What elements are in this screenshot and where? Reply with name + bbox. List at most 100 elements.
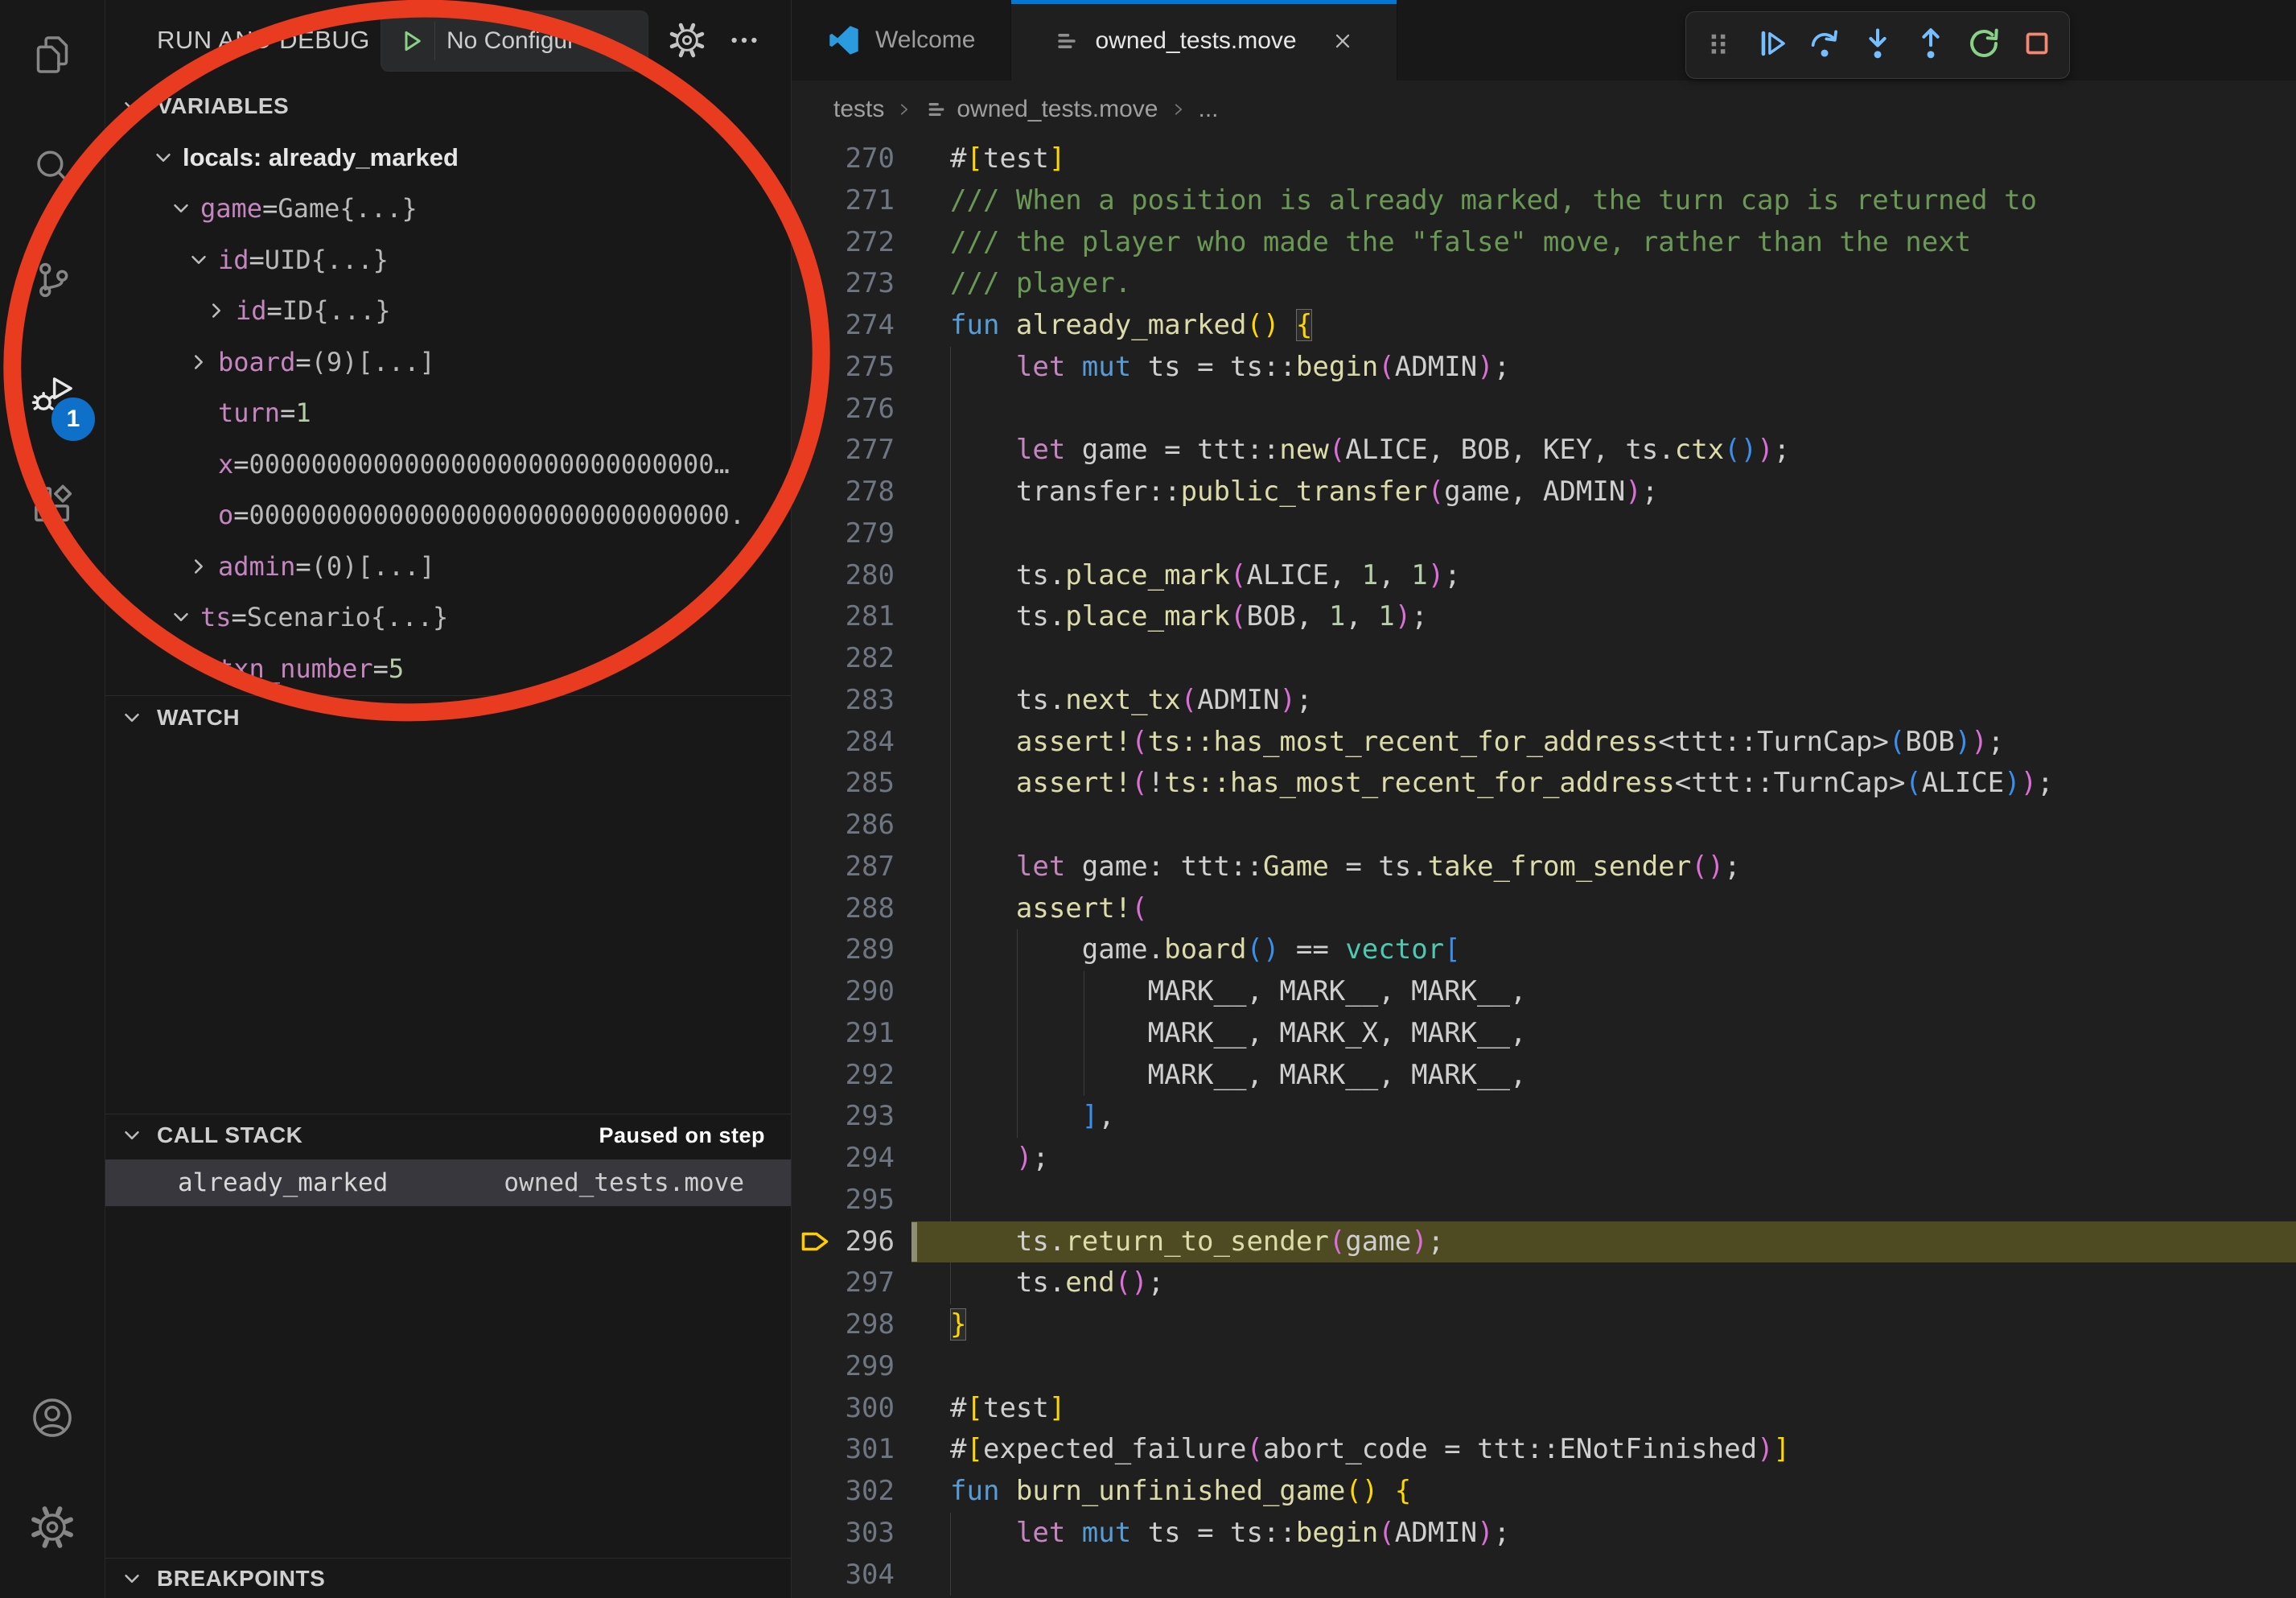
restart-button[interactable] <box>1963 24 2005 66</box>
glyph-margin[interactable] <box>792 846 832 888</box>
variable-row[interactable]: admin = (0)[...] <box>105 541 791 592</box>
glyph-margin[interactable] <box>792 722 832 764</box>
glyph-margin[interactable] <box>792 638 832 680</box>
variables-header[interactable]: VARIABLES <box>105 80 791 132</box>
glyph-margin[interactable] <box>792 1388 832 1430</box>
variables-section: VARIABLES locals: already_markedgame = G… <box>105 80 791 695</box>
glyph-margin[interactable] <box>792 929 832 971</box>
glyph-margin[interactable] <box>792 680 832 722</box>
glyph-margin[interactable] <box>792 763 832 805</box>
glyph-margin[interactable] <box>792 430 832 472</box>
variable-value: (9)[...] <box>311 347 435 377</box>
variable-name: admin <box>218 551 295 582</box>
activity-item-account[interactable] <box>0 1365 105 1474</box>
line-number: 285 <box>832 763 895 805</box>
code-line: 292 MARK__, MARK__, MARK__, <box>792 1055 2296 1097</box>
step-into-button[interactable] <box>1857 24 1899 66</box>
glyph-margin[interactable] <box>792 888 832 930</box>
activity-item-explorer[interactable] <box>0 0 105 113</box>
watch-header[interactable]: WATCH <box>105 696 791 739</box>
code-editor[interactable]: 270 #[test] 271 /// When a position is a… <box>792 138 2296 1598</box>
line-number: 276 <box>832 389 895 430</box>
activity-item-search[interactable] <box>0 113 105 225</box>
code-line: 275 let mut ts = ts::begin(ADMIN); <box>792 347 2296 389</box>
step-out-button[interactable] <box>1910 24 1952 66</box>
activity-item-settings[interactable] <box>0 1474 105 1584</box>
glyph-margin[interactable] <box>792 1513 832 1555</box>
glyph-margin[interactable] <box>792 1304 832 1346</box>
glyph-margin[interactable] <box>792 1555 832 1596</box>
chevron-down-icon[interactable] <box>185 246 218 274</box>
glyph-margin[interactable] <box>792 138 832 180</box>
debug-gear-icon[interactable] <box>669 0 706 80</box>
tab-owned-tests-move[interactable]: owned_tests.move <box>1011 0 1397 81</box>
chevron-down-icon[interactable] <box>167 603 200 631</box>
chevron-right-icon[interactable] <box>203 297 236 324</box>
variable-row[interactable]: txn_number = 5 <box>105 643 791 694</box>
breadcrumb-item[interactable]: owned_tests.move <box>924 96 1158 123</box>
debug-config-dropdown[interactable]: No Configur <box>381 10 648 72</box>
glyph-margin[interactable] <box>792 1429 832 1471</box>
variable-value: UID{...} <box>265 245 389 275</box>
activity-item-extensions[interactable] <box>0 451 105 563</box>
variable-row[interactable]: id = UID{...} <box>105 234 791 286</box>
stop-button[interactable] <box>2016 24 2058 66</box>
continue-button[interactable] <box>1751 24 1792 66</box>
variable-row[interactable]: board = (9)[...] <box>105 336 791 388</box>
variable-row[interactable]: o = 0000000000000000000000000000000. <box>105 490 791 542</box>
glyph-margin[interactable] <box>792 1138 832 1180</box>
glyph-margin[interactable] <box>792 347 832 389</box>
breadcrumb-item[interactable]: tests <box>833 96 884 123</box>
tab-welcome[interactable]: Welcome <box>792 0 1011 80</box>
stop-icon <box>2018 25 2055 66</box>
glyph-margin[interactable] <box>792 180 832 222</box>
step-out-icon <box>1912 25 1949 66</box>
extensions-icon <box>30 483 75 532</box>
call-stack-frame[interactable]: already_marked owned_tests.move <box>105 1159 791 1206</box>
call-stack-header[interactable]: CALL STACK Paused on step <box>105 1114 791 1156</box>
code-line: 272 /// the player who made the "false" … <box>792 222 2296 264</box>
glyph-margin[interactable] <box>792 1346 832 1388</box>
glyph-margin[interactable] <box>792 1221 832 1263</box>
chevron-right-icon[interactable] <box>185 348 218 376</box>
more-actions-icon[interactable] <box>726 0 762 80</box>
glyph-margin[interactable] <box>792 1096 832 1138</box>
breakpoints-section: BREAKPOINTS <box>105 1558 791 1598</box>
glyph-margin[interactable] <box>792 472 832 513</box>
chevron-right-icon <box>1168 99 1189 120</box>
start-debugging-icon[interactable] <box>394 25 426 57</box>
glyph-margin[interactable] <box>792 513 832 555</box>
variable-row[interactable]: ts = Scenario{...} <box>105 592 791 644</box>
glyph-margin[interactable] <box>792 805 832 846</box>
close-icon[interactable] <box>1331 29 1355 53</box>
chevron-down-icon[interactable] <box>150 144 183 171</box>
activity-item-run-and-debug[interactable]: 1 <box>0 338 105 451</box>
variable-row[interactable]: turn = 1 <box>105 388 791 439</box>
glyph-margin[interactable] <box>792 971 832 1013</box>
step-over-button[interactable] <box>1804 24 1845 66</box>
glyph-margin[interactable] <box>792 1471 832 1513</box>
breadcrumb-item[interactable]: ... <box>1199 96 1219 123</box>
glyph-margin[interactable] <box>792 263 832 305</box>
glyph-margin[interactable] <box>792 1055 832 1097</box>
chevron-right-icon[interactable] <box>185 553 218 580</box>
code-line: 304 <box>792 1555 2296 1596</box>
drag-grip-button[interactable] <box>1697 24 1739 66</box>
variable-row[interactable]: x = 000000000000000000000000000000… <box>105 439 791 490</box>
glyph-margin[interactable] <box>792 222 832 264</box>
variable-row[interactable]: locals: already_marked <box>105 132 791 183</box>
line-number: 297 <box>832 1262 895 1304</box>
chevron-down-icon[interactable] <box>167 195 200 222</box>
glyph-margin[interactable] <box>792 1262 832 1304</box>
variable-row[interactable]: id = ID{...} <box>105 286 791 337</box>
glyph-margin[interactable] <box>792 305 832 347</box>
glyph-margin[interactable] <box>792 389 832 430</box>
glyph-margin[interactable] <box>792 1180 832 1221</box>
breakpoints-header[interactable]: BREAKPOINTS <box>105 1559 791 1598</box>
activity-item-source-control[interactable] <box>0 225 105 338</box>
code-line: 278 transfer::public_transfer(game, ADMI… <box>792 472 2296 513</box>
glyph-margin[interactable] <box>792 596 832 638</box>
glyph-margin[interactable] <box>792 555 832 597</box>
variable-row[interactable]: game = Game{...} <box>105 183 791 235</box>
glyph-margin[interactable] <box>792 1013 832 1055</box>
